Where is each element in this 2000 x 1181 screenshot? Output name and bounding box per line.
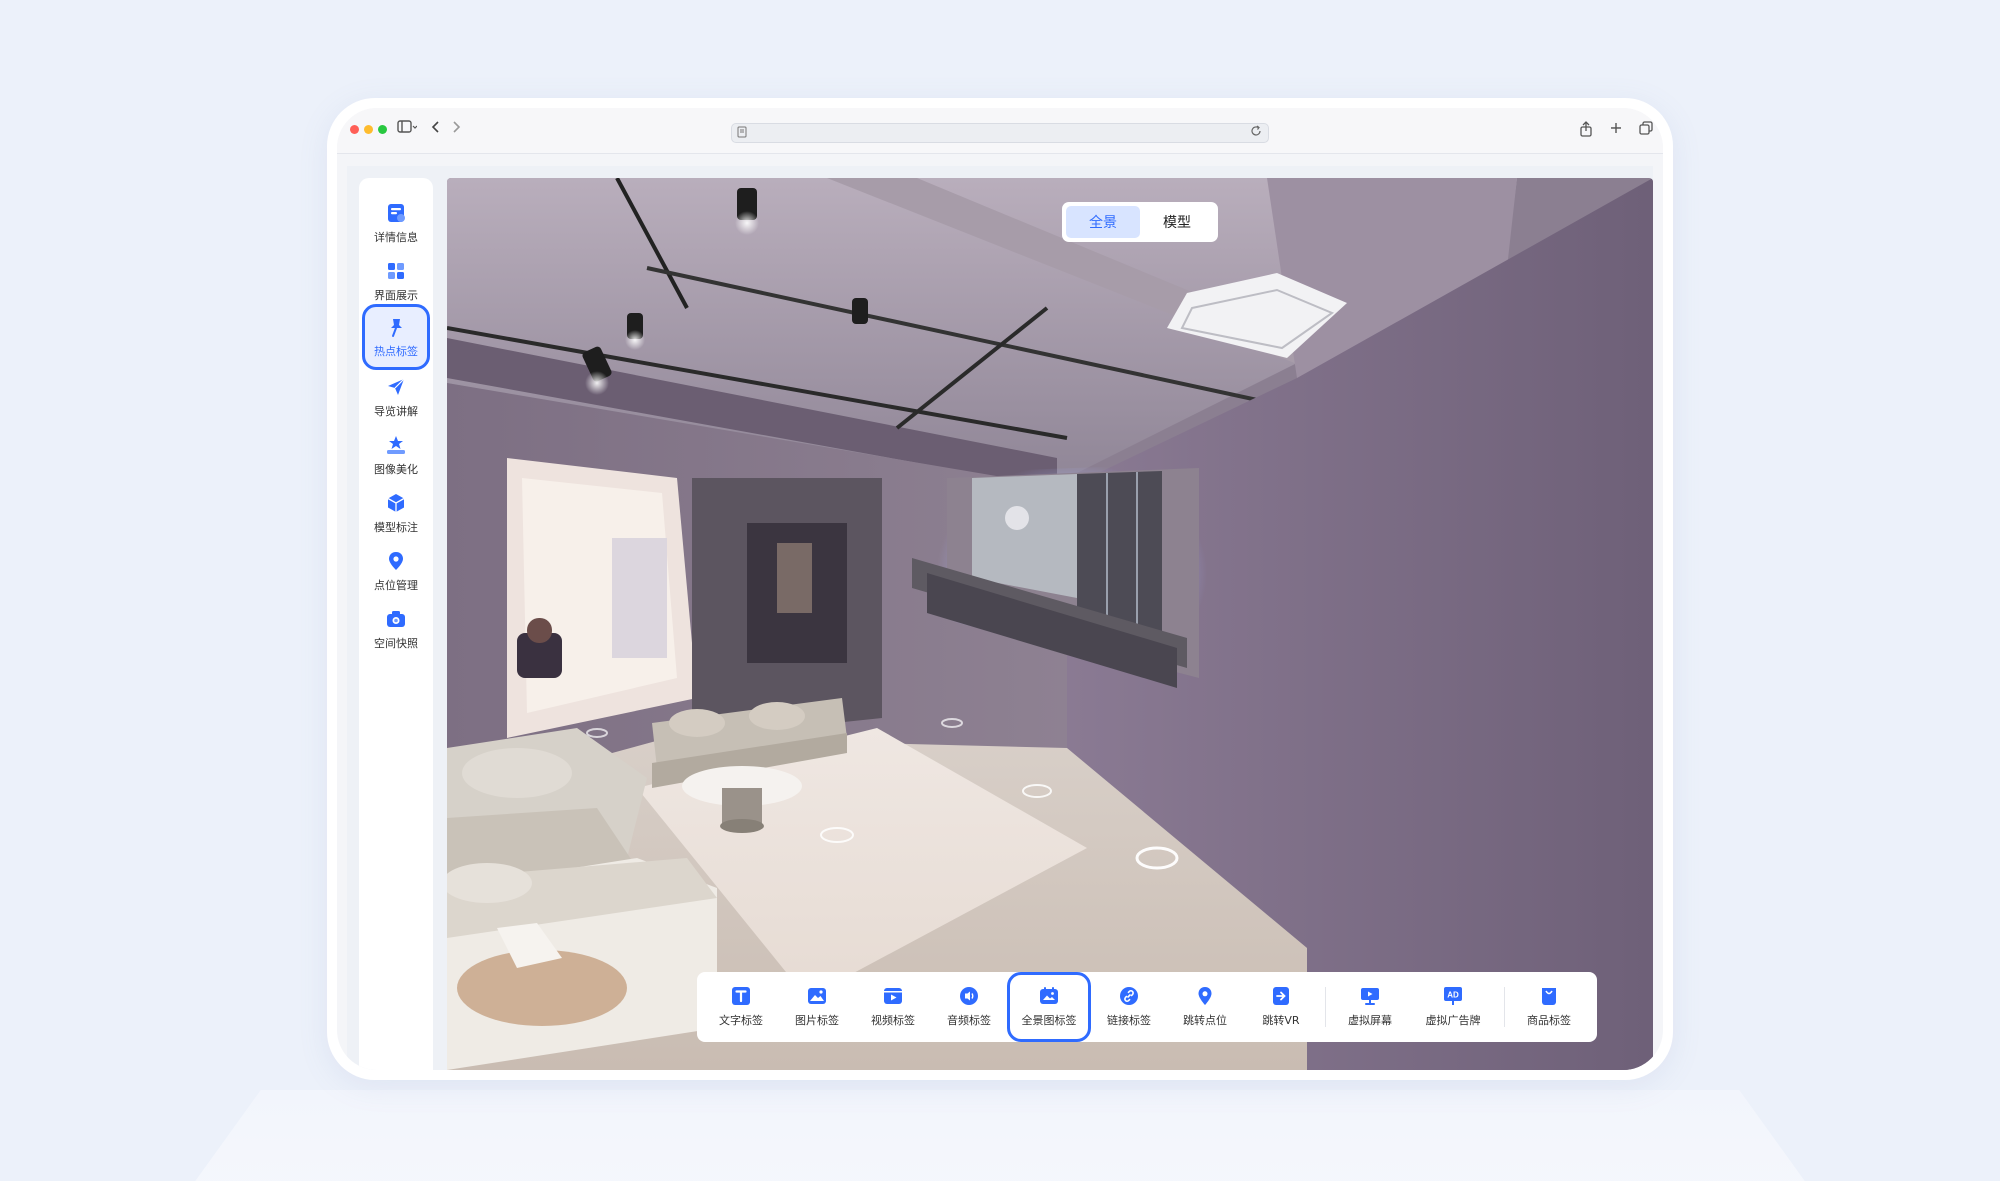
close-window-icon[interactable] bbox=[350, 125, 359, 134]
jump-vr-button[interactable]: 跳转VR bbox=[1243, 976, 1319, 1038]
view-mode-toggle: 全景 模型 bbox=[1062, 202, 1218, 242]
maximize-window-icon[interactable] bbox=[378, 125, 387, 134]
panorama-icon bbox=[1040, 987, 1058, 1004]
sidebar-item-label: 界面展示 bbox=[374, 288, 418, 302]
sidebar-item-label: 模型标注 bbox=[374, 520, 418, 534]
location-icon bbox=[389, 551, 403, 570]
sidebar-item-label: 详情信息 bbox=[374, 230, 418, 244]
reload-icon[interactable] bbox=[1250, 125, 1262, 140]
back-icon[interactable] bbox=[431, 119, 441, 141]
tool-label: 图片标签 bbox=[795, 1014, 839, 1027]
jump-point-button[interactable]: 跳转点位 bbox=[1167, 976, 1243, 1038]
cube-icon bbox=[387, 493, 405, 512]
camera-icon bbox=[387, 610, 405, 627]
page-icon bbox=[737, 126, 747, 141]
star-tray-icon bbox=[387, 435, 405, 454]
link-icon bbox=[1120, 987, 1138, 1005]
laptop-frame: 详情信息 界面展示 热点标签 导览讲解 图像美化 模型标注 点位管理 空间快照 … bbox=[327, 98, 1673, 1080]
video-tag-button[interactable]: 视频标签 bbox=[855, 976, 931, 1038]
virtual-billboard-button[interactable]: AD 虚拟广告牌 bbox=[1408, 976, 1498, 1038]
tool-label: 虚拟屏幕 bbox=[1348, 1014, 1392, 1027]
text-icon bbox=[732, 987, 750, 1005]
sidebar: 详情信息 界面展示 热点标签 导览讲解 图像美化 模型标注 点位管理 空间快照 bbox=[359, 178, 433, 1070]
shopping-bag-icon bbox=[1542, 988, 1556, 1005]
sidebar-item-label: 点位管理 bbox=[374, 578, 418, 592]
panorama-scene bbox=[447, 178, 1653, 1070]
device-platform bbox=[160, 1090, 1840, 1181]
tab-overview-icon[interactable] bbox=[1639, 121, 1653, 141]
audio-icon bbox=[960, 987, 978, 1005]
window-controls bbox=[350, 125, 387, 134]
tool-label: 商品标签 bbox=[1527, 1014, 1571, 1027]
editor-app: 详情信息 界面展示 热点标签 导览讲解 图像美化 模型标注 点位管理 空间快照 … bbox=[347, 166, 1653, 1070]
tool-label: 跳转点位 bbox=[1183, 1014, 1227, 1027]
location-icon bbox=[1198, 987, 1212, 1005]
sidebar-item-hotspots[interactable]: 热点标签 bbox=[362, 304, 430, 370]
tool-label: 文字标签 bbox=[719, 1014, 763, 1027]
divider bbox=[1504, 987, 1505, 1027]
forward-icon[interactable] bbox=[451, 119, 461, 141]
sidebar-item-label: 图像美化 bbox=[374, 462, 418, 476]
panorama-viewer[interactable]: 全景 模型 文字标签 图片标签 视频标签 音频标签 全景图标签 链接标签 跳转点… bbox=[447, 178, 1653, 1070]
link-tag-button[interactable]: 链接标签 bbox=[1091, 976, 1167, 1038]
text-tag-button[interactable]: 文字标签 bbox=[703, 976, 779, 1038]
sidebar-item-points[interactable]: 点位管理 bbox=[362, 538, 430, 604]
sidebar-item-label: 空间快照 bbox=[374, 636, 418, 650]
divider bbox=[1325, 987, 1326, 1027]
document-icon bbox=[388, 203, 405, 222]
send-icon bbox=[388, 378, 405, 395]
tool-label: 虚拟广告牌 bbox=[1425, 1014, 1481, 1027]
model-mode-button[interactable]: 模型 bbox=[1140, 206, 1214, 238]
jump-vr-icon bbox=[1273, 987, 1289, 1005]
sidebar-item-beautify[interactable]: 图像美化 bbox=[362, 422, 430, 488]
sidebar-item-details[interactable]: 详情信息 bbox=[362, 190, 430, 256]
tool-label: 音频标签 bbox=[947, 1014, 991, 1027]
product-tag-button[interactable]: 商品标签 bbox=[1511, 976, 1587, 1038]
sidebar-item-model-annotation[interactable]: 模型标注 bbox=[362, 480, 430, 546]
monitor-icon bbox=[1361, 988, 1379, 1005]
sidebar-item-snapshot[interactable]: 空间快照 bbox=[362, 596, 430, 662]
address-bar[interactable] bbox=[731, 123, 1269, 143]
layout-icon bbox=[388, 262, 404, 279]
image-tag-button[interactable]: 图片标签 bbox=[779, 976, 855, 1038]
panorama-mode-button[interactable]: 全景 bbox=[1066, 206, 1140, 238]
minimize-window-icon[interactable] bbox=[364, 125, 373, 134]
sidebar-item-label: 热点标签 bbox=[374, 344, 418, 358]
ad-icon: AD bbox=[1444, 987, 1462, 1005]
tool-label: 全景图标签 bbox=[1021, 1014, 1077, 1027]
tool-label: 视频标签 bbox=[871, 1014, 915, 1027]
virtual-screen-button[interactable]: 虚拟屏幕 bbox=[1332, 976, 1408, 1038]
new-tab-icon[interactable] bbox=[1609, 121, 1623, 141]
browser-window: 详情信息 界面展示 热点标签 导览讲解 图像美化 模型标注 点位管理 空间快照 … bbox=[337, 108, 1663, 1070]
audio-tag-button[interactable]: 音频标签 bbox=[931, 976, 1007, 1038]
sidebar-item-guide[interactable]: 导览讲解 bbox=[362, 364, 430, 430]
sidebar-item-label: 导览讲解 bbox=[374, 404, 418, 418]
share-icon[interactable] bbox=[1579, 121, 1593, 141]
tool-label: 跳转VR bbox=[1262, 1014, 1300, 1027]
pin-icon bbox=[391, 318, 402, 337]
tool-label: 链接标签 bbox=[1107, 1014, 1151, 1027]
hotspot-tool-bar: 文字标签 图片标签 视频标签 音频标签 全景图标签 链接标签 跳转点位 跳转VR… bbox=[697, 972, 1597, 1042]
video-icon bbox=[884, 988, 902, 1004]
panorama-tag-button[interactable]: 全景图标签 bbox=[1007, 972, 1091, 1042]
browser-toolbar bbox=[337, 108, 1663, 154]
svg-text:AD: AD bbox=[1447, 991, 1459, 1000]
sidebar-toggle-icon[interactable] bbox=[397, 119, 418, 141]
image-icon bbox=[808, 988, 826, 1004]
